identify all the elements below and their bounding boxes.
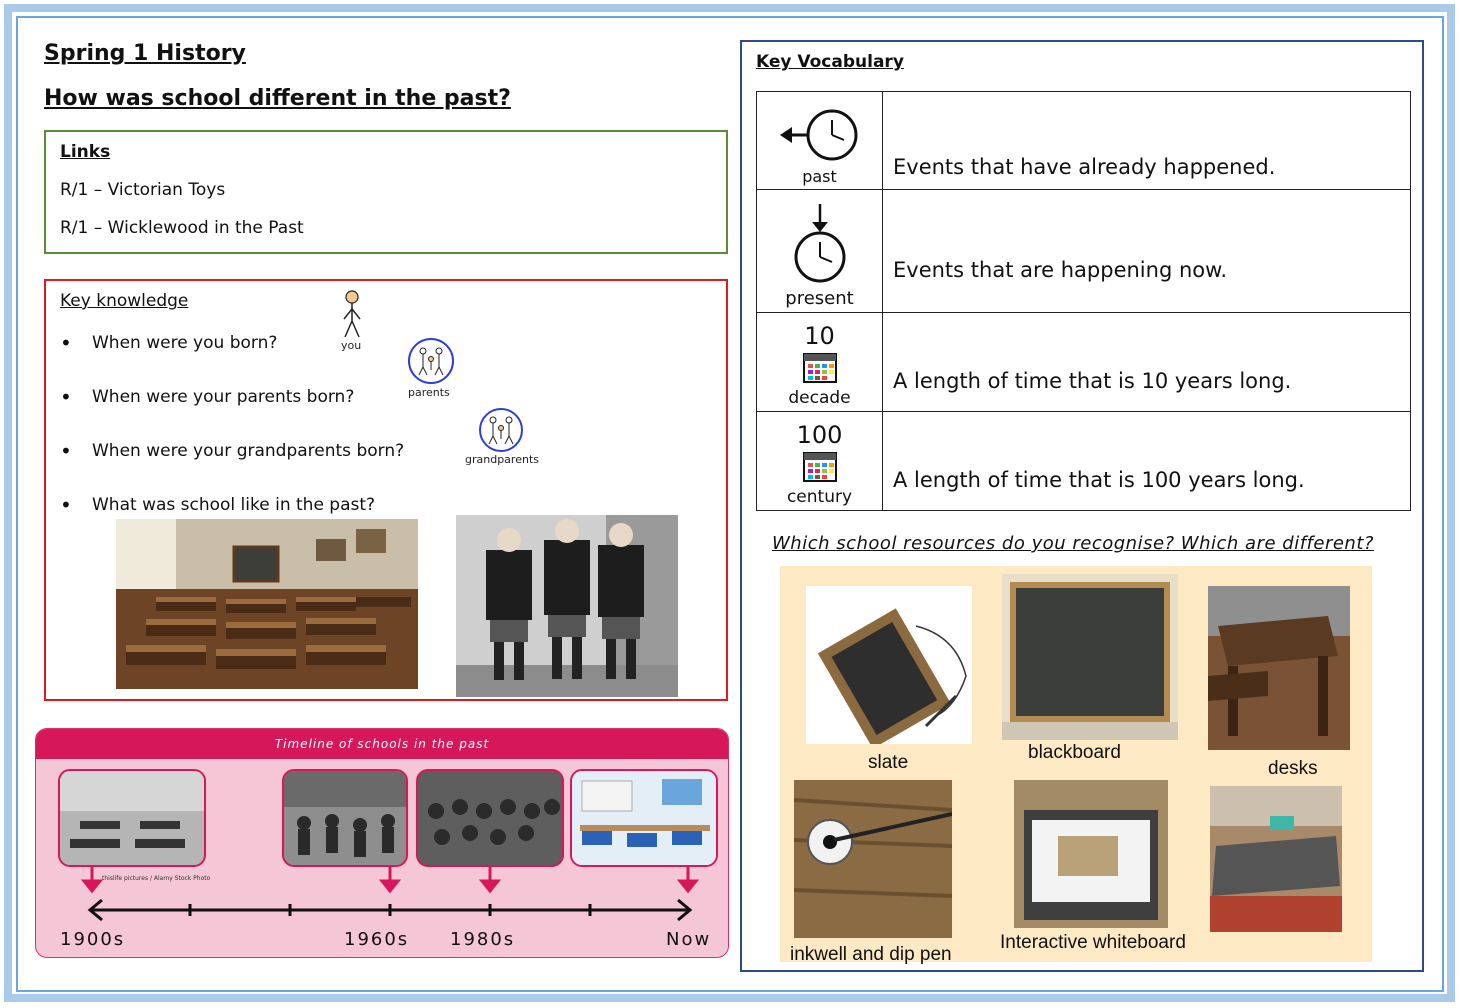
key-knowledge-box: Key knowledge When were you born? When w…: [44, 279, 728, 701]
vocabulary-row: present Events that are happening now.: [756, 189, 1411, 313]
key-knowledge-heading: Key knowledge: [60, 291, 189, 311]
vocabulary-row: 100 century A length of time that is 100…: [756, 411, 1411, 511]
calendar-icon: [802, 353, 837, 383]
vocabulary-definition: A length of time that is 10 years long.: [882, 312, 1411, 412]
timeline-photo-1960s: [282, 769, 408, 867]
knowledge-question: What was school like in the past?: [60, 493, 375, 517]
links-heading: Links: [60, 142, 111, 162]
vocabulary-symbol: past: [756, 91, 883, 190]
key-vocabulary-box: Key Vocabulary past Events that have alr…: [740, 40, 1424, 972]
link-item: R/1 – Wicklewood in the Past: [60, 218, 304, 238]
clock-past-icon: [779, 109, 857, 161]
desks-photo: [1208, 586, 1350, 750]
schoolboys-photo: [456, 515, 678, 697]
resource-label: blackboard: [1028, 742, 1121, 763]
vocabulary-row: past Events that have already happened.: [756, 91, 1411, 190]
timeline-photo-1980s: [416, 769, 564, 867]
knowledge-question: When were your parents born?: [60, 385, 354, 409]
vocabulary-symbol-label: century: [786, 487, 853, 507]
blackboard-photo: [1002, 574, 1178, 740]
vocabulary-symbol: 100 century: [756, 411, 883, 511]
vocabulary-symbol: 10 decade: [756, 312, 883, 412]
grandparents-icon: [479, 408, 523, 452]
vocabulary-symbol-label: present: [785, 288, 854, 309]
timeline-label: 1900s: [60, 929, 126, 950]
resource-label: desks: [1268, 758, 1318, 779]
parents-icon: [408, 338, 454, 384]
vocabulary-number: 10: [804, 322, 835, 350]
resources-panel: slate blackboard desks inkwell and dip p…: [780, 566, 1372, 965]
grandparents-symbol-label: grandparents: [465, 453, 539, 466]
timeline-label: 1960s: [344, 929, 410, 950]
you-symbol-label: you: [341, 339, 362, 352]
inkwell-photo: [794, 780, 952, 938]
clock-present-icon: [794, 204, 845, 283]
vocabulary-row: 10 decade A length of time that is 10 ye…: [756, 312, 1411, 412]
vocabulary-definition: Events that are happening now.: [882, 189, 1411, 313]
victorian-classroom-photo: [116, 519, 418, 689]
timeline-axis: [80, 867, 700, 922]
vocabulary-definition: A length of time that is 100 years long.: [882, 411, 1411, 511]
person-icon: [343, 290, 361, 338]
resource-label: Interactive whiteboard: [1000, 932, 1186, 953]
page-question: How was school different in the past?: [44, 86, 511, 111]
parents-symbol-label: parents: [408, 386, 450, 399]
page-title: Spring 1 History: [44, 41, 246, 66]
timeline-photo-1900s: [58, 769, 206, 867]
vocabulary-heading: Key Vocabulary: [756, 52, 904, 72]
resource-label: slate: [868, 752, 909, 773]
vocabulary-symbol: present: [756, 189, 883, 313]
link-item: R/1 – Victorian Toys: [60, 180, 226, 200]
calendar-icon: [802, 452, 837, 482]
modern-desks-photo: [1210, 786, 1342, 932]
timeline-photo-now: [570, 769, 718, 867]
vocabulary-table: past Events that have already happened. …: [756, 91, 1411, 511]
timeline-label: 1980s: [450, 929, 516, 950]
links-box: Links R/1 – Victorian Toys R/1 – Wicklew…: [44, 130, 728, 254]
timeline-panel: Timeline of schools in the past thislife…: [35, 728, 729, 958]
timeline-label: Now: [666, 929, 712, 950]
vocabulary-number: 100: [796, 421, 843, 449]
resource-label: inkwell and dip pen: [790, 944, 952, 965]
vocabulary-symbol-label: past: [802, 167, 837, 186]
knowledge-question: When were you born?: [60, 331, 277, 355]
interactive-whiteboard-photo: [1014, 780, 1168, 928]
vocabulary-symbol-label: decade: [788, 388, 851, 408]
vocabulary-definition: Events that have already happened.: [882, 91, 1411, 190]
knowledge-question: When were your grandparents born?: [60, 439, 404, 463]
timeline-title: Timeline of schools in the past: [36, 729, 728, 759]
resources-question: Which school resources do you recognise?…: [772, 533, 1374, 554]
slate-photo: [806, 586, 972, 744]
